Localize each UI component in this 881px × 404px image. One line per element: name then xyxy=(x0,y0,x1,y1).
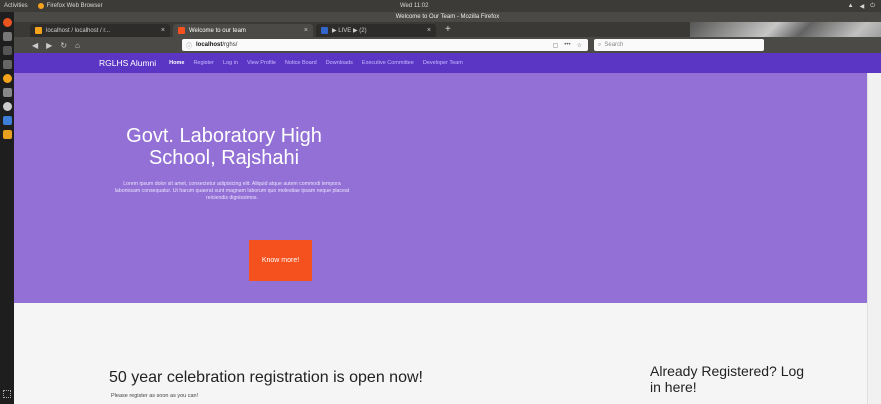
search-input[interactable]: ⌕ Search xyxy=(594,39,764,51)
launcher xyxy=(0,12,14,404)
announcement-subtext: Please register as soon as you can! xyxy=(111,393,199,399)
back-icon[interactable]: ◀ xyxy=(32,41,38,50)
nav-view-profile[interactable]: View Profile xyxy=(247,60,276,66)
files-icon[interactable] xyxy=(2,32,12,41)
url-actions: ▢ ••• ☆ xyxy=(553,42,588,49)
close-icon[interactable]: × xyxy=(427,27,431,34)
page-scrollbar[interactable] xyxy=(867,73,881,404)
os-top-bar: Activities Firefox Web Browser Wed 11:02… xyxy=(0,0,881,12)
announcement-heading: 50 year celebration registration is open… xyxy=(109,369,423,386)
login-prompt-link[interactable]: Already Registered? Log in here! xyxy=(650,363,810,395)
close-icon[interactable]: × xyxy=(304,27,308,34)
url-text[interactable]: localhost/rghs/ xyxy=(196,42,237,48)
nav-executive-committee[interactable]: Executive Committee xyxy=(362,60,414,66)
nav-login[interactable]: Log in xyxy=(223,60,238,66)
tab-live[interactable]: ▶ LIVE ▶ (2) × xyxy=(316,24,436,37)
nav-notice-board[interactable]: Notice Board xyxy=(285,60,317,66)
forward-icon[interactable]: ▶ xyxy=(46,41,52,50)
nav-register[interactable]: Register xyxy=(193,60,213,66)
network-icon[interactable]: ▲ xyxy=(848,3,854,10)
app-menu[interactable]: Firefox Web Browser xyxy=(37,3,103,9)
url-bar[interactable]: ⓘ localhost/rghs/ ▢ ••• ☆ xyxy=(182,39,588,51)
tab-phpmyadmin[interactable]: localhost / localhost / r... × xyxy=(30,24,170,37)
nav-downloads[interactable]: Downloads xyxy=(326,60,353,66)
live-favicon-icon xyxy=(321,27,328,34)
volume-icon[interactable]: ◀ xyxy=(860,3,865,10)
calculator-icon[interactable] xyxy=(2,60,12,69)
window-title: Welcome to Our Team - Mozilla Firefox xyxy=(14,12,881,22)
install-icon[interactable] xyxy=(2,130,12,139)
content-section: 50 year celebration registration is open… xyxy=(14,303,867,404)
reader-icon[interactable]: ▢ xyxy=(553,42,559,49)
hero-section: Govt. Laboratory High School, Rajshahi L… xyxy=(14,73,867,303)
hero-title: Govt. Laboratory High School, Rajshahi xyxy=(126,125,322,169)
nav-home[interactable]: Home xyxy=(169,60,184,66)
page-actions-icon[interactable]: ••• xyxy=(564,42,570,49)
show-apps-icon[interactable] xyxy=(3,390,11,398)
tab-welcome[interactable]: Welcome to our team × xyxy=(173,24,313,37)
tab-label: localhost / localhost / r... xyxy=(46,27,111,34)
system-tray[interactable]: ▲ ◀ ⏻ xyxy=(848,3,875,10)
new-tab-button[interactable]: + xyxy=(439,24,457,37)
site-navbar: RGLHS Alumni Home Register Log in View P… xyxy=(14,53,881,73)
nav-developer-team[interactable]: Developer Team xyxy=(423,60,463,66)
hero-text: Lorem ipsum dolor sit amet, consectetur … xyxy=(114,181,350,201)
app-name: Firefox Web Browser xyxy=(46,3,103,9)
document-icon[interactable] xyxy=(2,116,12,125)
url-path: /rghs/ xyxy=(222,42,238,48)
activities-button[interactable]: Activities xyxy=(4,3,28,9)
power-icon[interactable]: ⏻ xyxy=(870,3,875,10)
know-more-button[interactable]: Know more! xyxy=(249,240,312,281)
tab-label: Welcome to our team xyxy=(189,27,246,34)
reload-icon[interactable]: ↻ xyxy=(60,41,67,50)
terminal-icon[interactable] xyxy=(2,46,12,55)
firefox-launcher-icon[interactable] xyxy=(2,74,12,83)
tab-label: ▶ LIVE ▶ (2) xyxy=(332,28,367,34)
clock[interactable]: Wed 11:02 xyxy=(400,3,428,9)
search-icon: ⌕ xyxy=(598,41,602,48)
url-host: localhost xyxy=(196,42,223,48)
site-info-icon[interactable]: ⓘ xyxy=(186,41,192,50)
phpmyadmin-favicon-icon xyxy=(35,27,42,34)
ubuntu-icon[interactable] xyxy=(2,18,12,27)
close-icon[interactable]: × xyxy=(161,27,165,34)
nav-toolbar: ◀ ▶ ↻ ⌂ ⓘ localhost/rghs/ ▢ ••• ☆ ⌕ Sear… xyxy=(14,37,881,53)
monitor-icon[interactable] xyxy=(2,88,12,97)
firefox-icon xyxy=(37,3,44,9)
home-icon[interactable]: ⌂ xyxy=(75,41,80,50)
site-brand[interactable]: RGLHS Alumni xyxy=(99,58,156,68)
bookmark-icon[interactable]: ☆ xyxy=(577,42,582,49)
search-placeholder: Search xyxy=(604,42,624,48)
chrome-icon[interactable] xyxy=(2,102,12,111)
site-favicon-icon xyxy=(178,27,185,34)
